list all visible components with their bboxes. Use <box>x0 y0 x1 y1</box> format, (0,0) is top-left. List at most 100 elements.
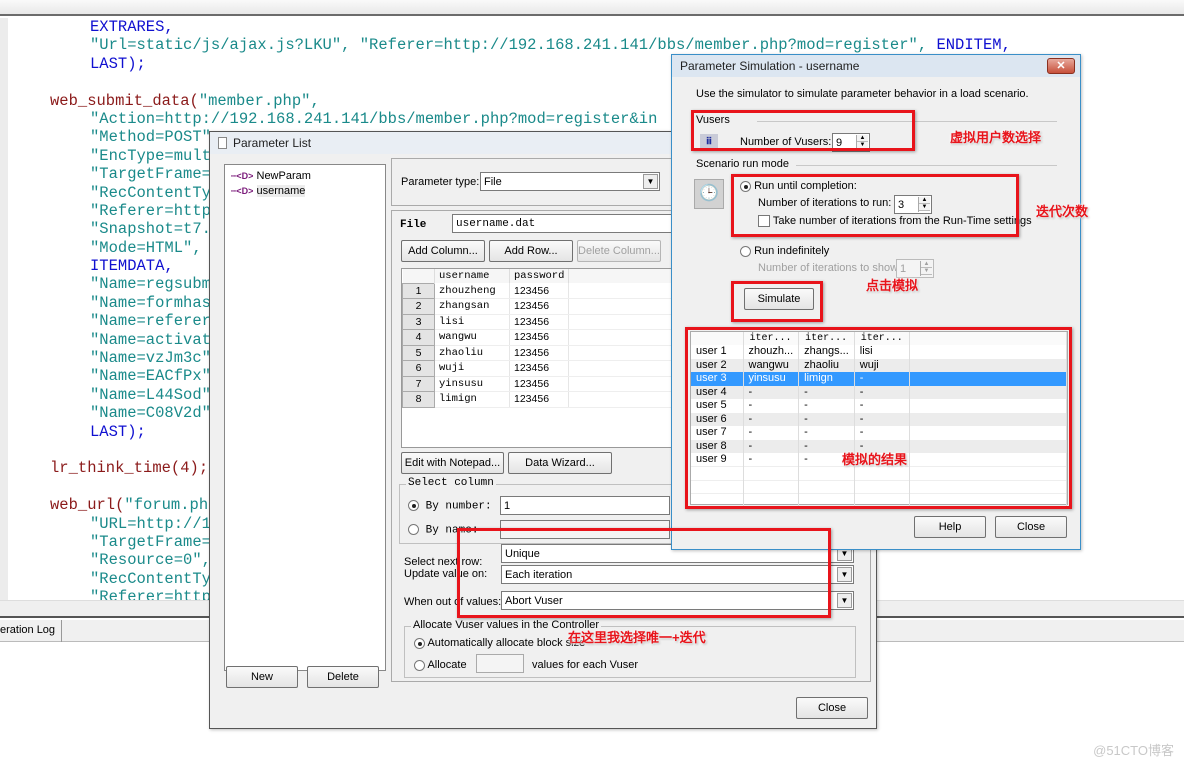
row-number[interactable]: 8 <box>402 391 435 408</box>
table-cell[interactable]: 123456 <box>509 391 570 408</box>
table-cell[interactable]: zhouzheng <box>434 283 510 299</box>
close-button[interactable]: Close <box>796 697 868 719</box>
close-icon[interactable]: ✕ <box>1047 58 1075 74</box>
by-number-input[interactable]: 1 <box>500 496 670 515</box>
table-cell[interactable]: limign <box>434 391 510 408</box>
results-column-header[interactable] <box>909 332 1068 345</box>
table-cell[interactable]: wuji <box>434 360 510 377</box>
spinner-arrows: ▲ ▼ <box>920 261 932 276</box>
table-cell[interactable]: 123456 <box>509 329 570 346</box>
num-vusers-spinner[interactable]: 9 ▲ ▼ <box>832 133 870 152</box>
row-number[interactable]: 6 <box>402 360 435 377</box>
delete-column-button[interactable]: Delete Column... <box>577 240 661 262</box>
column-header[interactable]: username <box>434 269 510 283</box>
results-column-header[interactable]: iter... <box>743 332 800 345</box>
update-value-select[interactable]: Each iteration ▼ <box>501 565 854 584</box>
manual-allocate-radio[interactable]: Allocate <box>414 659 467 671</box>
table-cell[interactable] <box>568 376 680 392</box>
by-name-radio[interactable]: By name: <box>408 524 478 536</box>
data-wizard-button[interactable]: Data Wizard... <box>508 452 612 474</box>
results-row[interactable]: user 2 wangwu zhaoliu wuji <box>691 358 1068 372</box>
auto-allocate-radio[interactable]: Automatically allocate block size <box>414 637 585 649</box>
row-number[interactable]: 2 <box>402 298 435 315</box>
code-token: "Action=http://192.168.241.141/bbs/membe… <box>90 109 658 128</box>
close-button[interactable]: Close <box>995 516 1067 538</box>
add-column-button[interactable]: Add Column... <box>401 240 485 262</box>
table-cell[interactable]: lisi <box>434 314 510 330</box>
delete-button[interactable]: Delete <box>307 666 379 688</box>
code-token: ENDITEM, <box>936 36 1011 55</box>
simulation-titlebar[interactable]: Parameter Simulation - username ✕ <box>672 55 1080 77</box>
out-of-values-select[interactable]: Abort Vuser ▼ <box>501 591 854 610</box>
edit-with-notepad-button[interactable]: Edit with Notepad... <box>401 452 504 474</box>
new-button[interactable]: New <box>226 666 298 688</box>
table-cell[interactable] <box>568 345 680 361</box>
parameter-tree[interactable]: ┈<D> NewParam ┈<D> username <box>224 164 386 671</box>
allocate-count-input[interactable] <box>476 654 524 673</box>
table-row[interactable]: 4 wangwu 123456 <box>402 329 680 346</box>
run-indefinitely-radio[interactable]: Run indefinitely <box>740 245 829 257</box>
table-row[interactable]: 7 yinsusu 123456 <box>402 375 680 392</box>
row-number[interactable]: 5 <box>402 344 435 361</box>
column-header[interactable] <box>568 269 680 283</box>
table-row[interactable]: 1 zhouzheng 123456 <box>402 282 680 299</box>
results-row[interactable]: user 7--- <box>691 426 1068 440</box>
table-cell[interactable] <box>568 283 680 299</box>
results-row[interactable]: user 3 yinsusu limign - <box>691 372 1068 386</box>
take-from-rts-checkbox[interactable]: Take number of iterations from the Run-T… <box>758 215 1032 228</box>
table-cell[interactable]: 123456 <box>509 345 570 361</box>
simulate-button[interactable]: Simulate <box>744 288 814 310</box>
results-row[interactable]: user 4--- <box>691 385 1068 399</box>
code-line[interactable]: "Url=static/js/ajax.js?LKU", "Referer=ht… <box>42 36 1011 54</box>
table-row[interactable]: 3 lisi 123456 <box>402 313 680 330</box>
table-cell[interactable]: yinsusu <box>434 376 510 392</box>
table-cell[interactable] <box>568 298 680 315</box>
file-path-input[interactable]: username.dat <box>452 214 672 233</box>
spinner-arrows[interactable]: ▲ ▼ <box>918 197 930 212</box>
column-header[interactable] <box>402 269 435 283</box>
table-cell[interactable]: 123456 <box>509 298 570 315</box>
results-row[interactable]: user 5--- <box>691 399 1068 413</box>
table-row[interactable]: 8 limign 123456 <box>402 391 680 408</box>
table-row[interactable]: 5 zhaoliu 123456 <box>402 344 680 361</box>
code-token: "Name=EACfPx" <box>90 367 211 386</box>
column-header[interactable]: password <box>509 269 570 283</box>
results-row[interactable]: user 1 zhouzh... zhangs... lisi <box>691 345 1068 359</box>
table-cell[interactable]: zhaoliu <box>434 345 510 361</box>
row-number[interactable]: 7 <box>402 375 435 392</box>
table-cell[interactable]: 123456 <box>509 360 570 377</box>
spinner-arrows[interactable]: ▲ ▼ <box>856 135 868 150</box>
iterations-spinner[interactable]: 3 ▲ ▼ <box>894 195 932 214</box>
help-button[interactable]: Help <box>914 516 986 538</box>
results-column-header[interactable]: iter... <box>854 332 910 345</box>
table-cell[interactable] <box>568 391 680 408</box>
table-cell[interactable]: 123456 <box>509 314 570 330</box>
results-column-header[interactable] <box>691 332 744 345</box>
table-cell[interactable]: zhangsan <box>434 298 510 315</box>
by-name-select[interactable] <box>500 520 670 539</box>
table-row[interactable]: 6 wuji 123456 <box>402 360 680 377</box>
run-until-completion-radio[interactable]: Run until completion: <box>740 180 857 192</box>
table-cell[interactable] <box>568 360 680 377</box>
tree-item-newparam[interactable]: ┈<D> NewParam <box>231 170 311 182</box>
row-number[interactable]: 4 <box>402 329 435 346</box>
tab-iteration-log[interactable]: eration Log <box>0 620 63 642</box>
tree-item-username[interactable]: ┈<D> username <box>231 185 306 197</box>
vusers-group-label: Vusers <box>696 114 730 126</box>
results-column-header[interactable]: iter... <box>798 332 855 345</box>
table-cell[interactable]: wangwu <box>434 329 510 346</box>
table-cell[interactable]: 123456 <box>509 283 570 299</box>
data-table[interactable]: username password 1 zhouzheng 123456 2 zhangsa… <box>401 268 681 448</box>
simulation-results-grid[interactable]: iter... iter... iter... user 1 zhouzh... zhan… <box>690 331 1068 507</box>
table-row[interactable]: 2 zhangsan 123456 <box>402 298 680 315</box>
table-cell[interactable]: 123456 <box>509 376 570 392</box>
table-cell[interactable] <box>568 314 680 330</box>
results-row[interactable]: user 6--- <box>691 412 1068 426</box>
param-type-select[interactable]: File ▼ <box>480 172 660 191</box>
by-number-radio[interactable]: By number: <box>408 500 492 512</box>
row-number[interactable]: 1 <box>402 282 435 299</box>
table-cell[interactable] <box>568 329 680 346</box>
add-row-button[interactable]: Add Row... <box>489 240 573 262</box>
row-number[interactable]: 3 <box>402 313 435 330</box>
code-line[interactable]: EXTRARES, <box>42 18 1011 36</box>
